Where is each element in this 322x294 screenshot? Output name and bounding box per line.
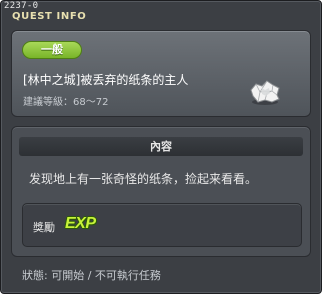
- quest-header-card: 一般 [林中之城]被丢弃的纸条的主人 建議等級：68～72: [11, 30, 311, 117]
- quest-description: 发现地上有一张奇怪的纸条，捡起来看看。: [29, 172, 258, 186]
- quest-level: 建議等級：68～72: [23, 97, 109, 108]
- category-badge: 一般: [22, 41, 82, 59]
- reward-label: 獎勵: [33, 221, 55, 234]
- quest-content-card: 內容 发现地上有一张奇怪的纸条，捡起来看看。 獎勵 EXP: [11, 126, 311, 257]
- window-title: QUEST INFO: [12, 11, 87, 22]
- quest-status: 狀態: 可開始 / 不可執行任務: [22, 269, 161, 282]
- crumpled-paper-icon: [250, 80, 280, 105]
- content-header: 內容: [19, 137, 303, 156]
- quest-info-window: 2237-0 QUEST INFO 一般 [林中之城]被丢弃的纸条的主人 建議等…: [0, 0, 322, 294]
- quest-name: [林中之城]被丢弃的纸条的主人: [23, 73, 189, 87]
- quest-id: 2237-0: [4, 1, 39, 11]
- exp-reward-icon[interactable]: EXP: [65, 215, 96, 233]
- reward-box: 獎勵 EXP: [22, 203, 302, 247]
